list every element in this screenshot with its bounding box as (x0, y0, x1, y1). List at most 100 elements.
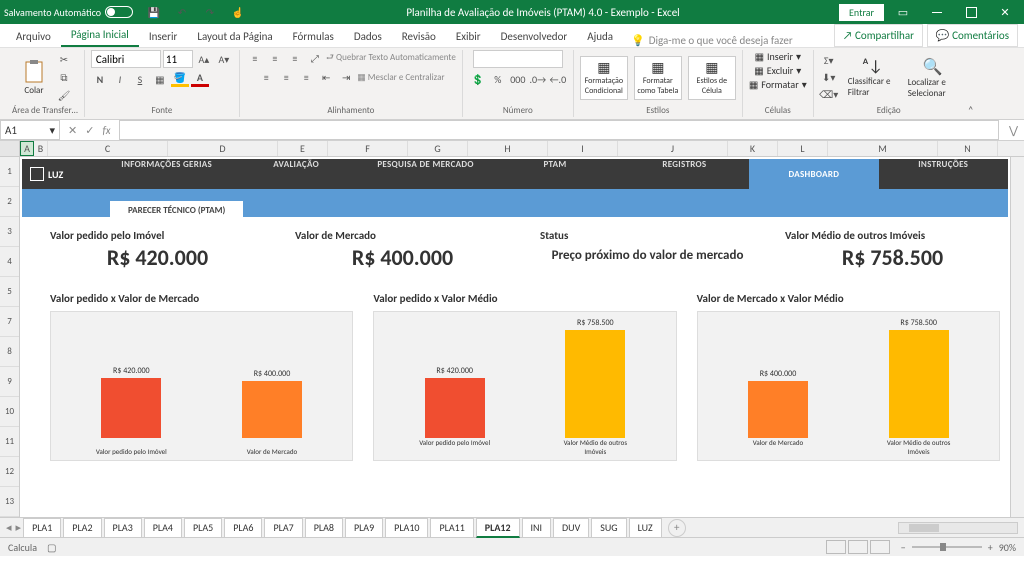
align-left-icon[interactable]: ≡ (257, 69, 275, 85)
sheet-tab[interactable]: SUG (591, 518, 626, 538)
align-top-icon[interactable]: ≡ (246, 50, 264, 66)
format-painter-icon[interactable]: 🖌 (55, 88, 73, 104)
macro-record-icon[interactable]: ▢ (47, 541, 56, 554)
column-header[interactable]: M (828, 141, 938, 156)
align-center-icon[interactable]: ≡ (277, 69, 295, 85)
sheet-tab[interactable]: PLA8 (305, 518, 343, 538)
save-icon[interactable]: 💾 (145, 4, 163, 20)
tab-ajuda[interactable]: Ajuda (577, 26, 623, 47)
border-icon[interactable]: ▦ (151, 71, 169, 87)
column-header[interactable]: G (408, 141, 468, 156)
decrease-decimal-icon[interactable]: ←.0 (549, 71, 567, 87)
maximize-button[interactable] (956, 2, 986, 22)
comments-button[interactable]: 💬 Comentários (927, 24, 1018, 47)
chart-area[interactable]: R$ 420.000R$ 400.000Valor pedido pelo Im… (50, 311, 353, 461)
sheet-tab[interactable]: PLA7 (264, 518, 302, 538)
touch-mode-icon[interactable]: ☝ (229, 4, 247, 20)
chart-area[interactable]: R$ 420.000R$ 758.500Valor pedido pelo Im… (373, 311, 676, 461)
column-header[interactable]: N (938, 141, 998, 156)
dashboard-nav-item[interactable]: REGISTROS (620, 159, 749, 189)
sheet-tab[interactable]: PLA2 (63, 518, 101, 538)
wrap-text-button[interactable]: ⮐ Quebrar Texto Automaticamente (326, 50, 456, 66)
decrease-font-icon[interactable]: A▾ (215, 51, 233, 67)
normal-view-icon[interactable] (826, 540, 846, 554)
sheet-tab[interactable]: PLA9 (345, 518, 383, 538)
row-header[interactable]: 13 (0, 487, 19, 517)
fill-color-icon[interactable]: 🪣 (171, 71, 189, 87)
dashboard-nav-item[interactable]: INFORMAÇÕES GERIAS (102, 159, 231, 189)
column-header[interactable]: E (278, 141, 328, 156)
cell-styles-button[interactable]: ▦Estilos de Célula (688, 56, 736, 100)
undo-icon[interactable]: ↶ (173, 4, 191, 20)
formula-input[interactable] (119, 120, 999, 140)
sort-filter-button[interactable]: ᴬ↓Classificar e Filtrar (848, 57, 898, 98)
signin-button[interactable]: Entrar (839, 4, 884, 21)
autosum-icon[interactable]: Σ▾ (820, 53, 838, 69)
column-header[interactable]: A (20, 141, 34, 156)
sheet-tab[interactable]: INI (522, 518, 552, 538)
page-layout-view-icon[interactable] (848, 540, 868, 554)
tab-dados[interactable]: Dados (344, 26, 392, 47)
enter-formula-icon[interactable]: ✓ (85, 124, 94, 137)
column-header[interactable]: B (34, 141, 48, 156)
column-header[interactable]: F (328, 141, 408, 156)
tab-arquivo[interactable]: Arquivo (6, 26, 61, 47)
italic-icon[interactable]: I (111, 71, 129, 87)
tab-formulas[interactable]: Fórmulas (283, 26, 344, 47)
tab-exibir[interactable]: Exibir (446, 26, 491, 47)
font-color-icon[interactable]: A (191, 71, 209, 87)
tab-layout[interactable]: Layout da Página (187, 26, 282, 47)
sheet-canvas[interactable]: LUZ INFORMAÇÕES GERIASAVALIAÇÃOPESQUISA … (20, 157, 1010, 517)
row-header[interactable]: 4 (0, 247, 19, 277)
fx-icon[interactable]: fx (102, 124, 110, 137)
comma-icon[interactable]: 000 (509, 71, 527, 87)
tab-desenvolvedor[interactable]: Desenvolvedor (491, 26, 578, 47)
close-button[interactable] (990, 2, 1020, 22)
font-name-combo[interactable] (91, 50, 161, 68)
align-right-icon[interactable]: ≡ (297, 69, 315, 85)
column-headers[interactable]: ABCDEFGHIJKLMN (0, 141, 1024, 157)
sheet-tab[interactable]: PLA12 (476, 518, 520, 538)
column-header[interactable]: D (168, 141, 278, 156)
row-header[interactable]: 3 (0, 217, 19, 247)
orientation-icon[interactable]: ⤢ (306, 50, 324, 66)
sheet-tab[interactable]: LUZ (629, 518, 662, 538)
copy-icon[interactable]: ⧉ (55, 70, 73, 86)
sheet-tab[interactable]: DUV (553, 518, 589, 538)
insert-cells-button[interactable]: ▦ Inserir ▾ (755, 50, 801, 63)
zoom-level[interactable]: 90% (999, 541, 1016, 554)
cancel-formula-icon[interactable]: ✕ (68, 124, 77, 137)
clear-icon[interactable]: ⌫▾ (820, 87, 838, 103)
row-header[interactable]: 7 (0, 307, 19, 337)
row-header[interactable]: 2 (0, 187, 19, 217)
select-all-triangle[interactable] (0, 141, 20, 156)
align-bottom-icon[interactable]: ≡ (286, 50, 304, 66)
cut-icon[interactable]: ✂ (55, 52, 73, 68)
sheet-tab[interactable]: PLA4 (144, 518, 182, 538)
column-header[interactable]: I (548, 141, 618, 156)
font-size-combo[interactable] (163, 50, 193, 68)
increase-decimal-icon[interactable]: .0→ (529, 71, 547, 87)
chart-area[interactable]: R$ 400.000R$ 758.500Valor de MercadoValo… (697, 311, 1000, 461)
bold-icon[interactable]: N (91, 71, 109, 87)
find-select-button[interactable]: 🔍Localizar e Selecionar (908, 57, 958, 99)
add-sheet-button[interactable]: + (668, 519, 686, 537)
ribbon-options-icon[interactable]: ▭ (888, 2, 918, 22)
currency-icon[interactable]: 💲 (469, 71, 487, 87)
expand-formula-icon[interactable]: ⋁ (1003, 124, 1024, 137)
name-box[interactable]: A1▾ (0, 120, 60, 140)
sheet-tab[interactable]: PLA3 (104, 518, 142, 538)
row-header[interactable]: 9 (0, 367, 19, 397)
redo-icon[interactable]: ↷ (201, 4, 219, 20)
tell-me-search[interactable]: 💡 Diga-me o que você deseja fazer (631, 34, 793, 47)
share-button[interactable]: ↗ Compartilhar (834, 24, 923, 47)
row-header[interactable]: 12 (0, 457, 19, 487)
decrease-indent-icon[interactable]: ⇤ (317, 69, 335, 85)
align-middle-icon[interactable]: ≡ (266, 50, 284, 66)
column-header[interactable]: K (728, 141, 778, 156)
paste-button[interactable]: Colar (17, 54, 51, 102)
dashboard-nav-item[interactable]: PESQUISA DE MERCADO (361, 159, 490, 189)
chevron-down-icon[interactable]: ▾ (49, 124, 55, 137)
row-header[interactable]: 11 (0, 427, 19, 457)
row-header[interactable]: 10 (0, 397, 19, 427)
